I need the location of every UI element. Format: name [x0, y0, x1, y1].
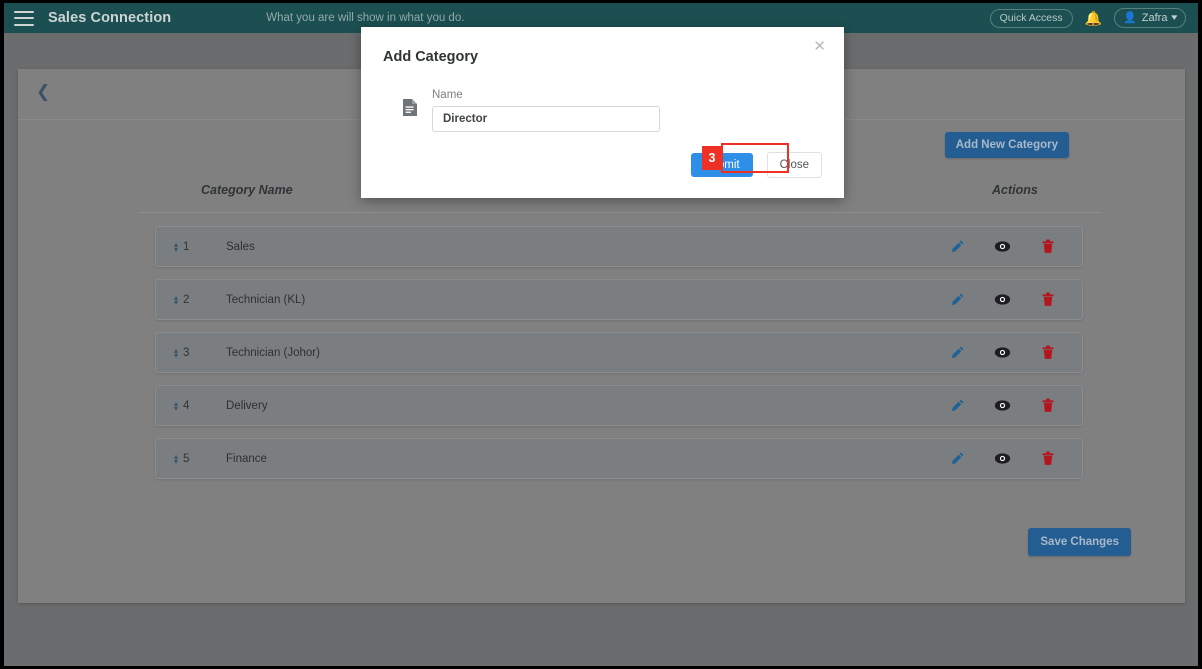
table-row[interactable]: ▴ ▾ 2 Technician (KL) — [155, 279, 1083, 320]
name-label: Name — [432, 89, 463, 101]
row-order-handle[interactable]: ▴ ▾ 3 — [174, 345, 226, 360]
annotation-step-badge: 3 — [702, 146, 722, 170]
delete-trash-icon[interactable] — [1039, 450, 1056, 467]
chevron-left-icon[interactable]: ❮ — [36, 83, 50, 100]
table-row[interactable]: ▴ ▾ 1 Sales — [155, 226, 1083, 267]
application-window: Sales Connection What you are will show … — [4, 3, 1198, 666]
delete-trash-icon[interactable] — [1039, 238, 1056, 255]
edit-pencil-icon[interactable] — [949, 238, 966, 255]
navbar-tagline: What you are will show in what you do. — [266, 12, 465, 24]
table-row[interactable]: ▴ ▾ 3 Technician (Johor) — [155, 332, 1083, 373]
header-divider — [140, 212, 1100, 213]
modal-title: Add Category — [383, 49, 479, 65]
table-row[interactable]: ▴ ▾ 5 Finance — [155, 438, 1083, 479]
user-icon: 👤 — [1123, 12, 1137, 24]
delete-trash-icon[interactable] — [1039, 291, 1056, 308]
view-eye-icon[interactable] — [994, 344, 1011, 361]
row-order-number: 5 — [183, 452, 190, 465]
user-name-label: Zafra — [1141, 11, 1168, 24]
row-order-handle[interactable]: ▴ ▾ 1 — [174, 239, 226, 254]
row-category-name: Finance — [226, 452, 267, 465]
row-actions — [949, 450, 1056, 467]
sort-updown-icon: ▴ ▾ — [174, 239, 179, 254]
column-header-actions: Actions — [992, 183, 1038, 197]
view-eye-icon[interactable] — [994, 397, 1011, 414]
row-category-name: Sales — [226, 240, 255, 253]
modal-header: Add Category ✕ — [361, 27, 844, 73]
row-order-handle[interactable]: ▴ ▾ 4 — [174, 398, 226, 413]
edit-pencil-icon[interactable] — [949, 344, 966, 361]
column-header-category-name: Category Name — [201, 183, 293, 197]
row-actions — [949, 344, 1056, 361]
sort-updown-icon: ▴ ▾ — [174, 345, 179, 360]
view-eye-icon[interactable] — [994, 291, 1011, 308]
edit-pencil-icon[interactable] — [949, 450, 966, 467]
edit-pencil-icon[interactable] — [949, 397, 966, 414]
user-menu[interactable]: 👤 Zafra ▾ — [1114, 8, 1186, 28]
table-row[interactable]: ▴ ▾ 4 Delivery — [155, 385, 1083, 426]
row-actions — [949, 397, 1056, 414]
row-order-number: 2 — [183, 293, 190, 306]
hamburger-icon[interactable] — [14, 10, 34, 26]
row-order-number: 3 — [183, 346, 190, 359]
row-category-name: Technician (KL) — [226, 293, 306, 306]
sort-updown-icon: ▴ ▾ — [174, 398, 179, 413]
navbar-right-group: Quick Access 🔔 👤 Zafra ▾ — [989, 8, 1186, 28]
sort-updown-icon: ▴ ▾ — [174, 451, 179, 466]
brand-title: Sales Connection — [48, 10, 172, 26]
row-actions — [949, 238, 1056, 255]
name-field-group: Name — [432, 89, 822, 132]
row-order-number: 1 — [183, 240, 190, 253]
modal-footer: 3 Submit Close — [361, 138, 844, 198]
chevron-down-icon: ▾ — [1171, 12, 1178, 22]
save-changes-button[interactable]: Save Changes — [1028, 528, 1131, 556]
sort-updown-icon: ▴ ▾ — [174, 292, 179, 307]
row-order-number: 4 — [183, 399, 190, 412]
view-eye-icon[interactable] — [994, 450, 1011, 467]
row-category-name: Delivery — [226, 399, 268, 412]
modal-body: Name — [361, 73, 844, 138]
name-input[interactable] — [432, 106, 660, 132]
quick-access-button[interactable]: Quick Access — [989, 8, 1073, 28]
view-eye-icon[interactable] — [994, 238, 1011, 255]
row-category-name: Technician (Johor) — [226, 346, 320, 359]
delete-trash-icon[interactable] — [1039, 397, 1056, 414]
close-x-icon[interactable]: ✕ — [813, 39, 826, 54]
add-category-modal: Add Category ✕ Name 3 Submit — [361, 27, 844, 198]
add-new-category-button[interactable]: Add New Category — [944, 132, 1069, 158]
document-icon — [402, 98, 418, 122]
category-rows: ▴ ▾ 1 Sales ▴ ▾ 2 Technician (KL) ▴ ▾ 3 … — [155, 226, 1083, 491]
bell-icon[interactable]: 🔔 — [1085, 11, 1102, 25]
close-button[interactable]: Close — [766, 152, 822, 178]
row-order-handle[interactable]: ▴ ▾ 5 — [174, 451, 226, 466]
row-actions — [949, 291, 1056, 308]
edit-pencil-icon[interactable] — [949, 291, 966, 308]
delete-trash-icon[interactable] — [1039, 344, 1056, 361]
row-order-handle[interactable]: ▴ ▾ 2 — [174, 292, 226, 307]
